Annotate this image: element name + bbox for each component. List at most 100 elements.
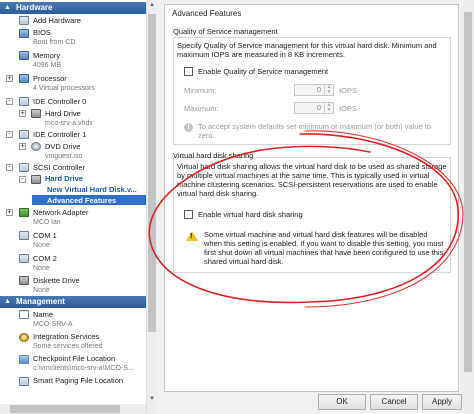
dvd-drive-sub: vmguest.iso xyxy=(45,153,83,160)
name-sub: MCO-SRV-A xyxy=(33,321,73,328)
qos-description: Specify Quality of Service management fo… xyxy=(177,41,437,59)
tree-item-new-virtual-hard-disk[interactable]: New Virtual Hard Disk.v... xyxy=(47,184,137,195)
tree-item-hard-drive[interactable]: Hard Drive xyxy=(45,108,81,119)
add-hardware-icon xyxy=(19,16,29,25)
sharing-legend: Virtual hard disk sharing xyxy=(173,151,254,160)
tree-horizontal-scrollbar[interactable] xyxy=(0,404,146,414)
hardware-header-label: Hardware xyxy=(16,3,53,12)
apply-button[interactable]: Apply xyxy=(422,394,462,410)
name-icon xyxy=(19,310,29,319)
tree-item-memory[interactable]: Memory xyxy=(33,50,60,61)
qos-legend: Quality of Service management xyxy=(173,27,278,36)
hardware-section-header[interactable]: ▲ Hardware xyxy=(0,2,146,14)
integration-services-sub: Some services offered xyxy=(33,343,103,350)
com-port-icon xyxy=(19,254,29,263)
tree-item-diskette-drive[interactable]: Diskette Drive xyxy=(33,275,80,286)
qos-group: Quality of Service management Specify Qu… xyxy=(173,27,451,145)
minimum-unit: IOPS xyxy=(339,86,357,95)
bios-sub: Boot from CD xyxy=(33,39,76,46)
tree-item-add-hardware[interactable]: Add Hardware xyxy=(33,15,81,26)
sharing-enable-checkbox[interactable] xyxy=(184,210,193,219)
memory-sub: 4096 MB xyxy=(33,62,62,69)
ide-controller-icon xyxy=(19,130,29,139)
qos-enable-checkbox[interactable] xyxy=(184,67,193,76)
expand-icon[interactable]: + xyxy=(19,110,26,117)
smart-paging-icon xyxy=(19,377,29,386)
scrollbar-thumb[interactable] xyxy=(464,12,472,372)
tree-item-checkpoint-file-location[interactable]: Checkpoint File Location xyxy=(33,353,115,364)
maximum-label: Maximum: xyxy=(184,104,219,113)
info-icon: i xyxy=(184,123,193,132)
tree-item-scsi-hard-drive[interactable]: Hard Drive xyxy=(45,173,83,184)
hard-drive-icon xyxy=(31,175,41,184)
scrollbar-thumb[interactable] xyxy=(148,14,156,332)
tree-item-smart-paging-file-location[interactable]: Smart Paging File Location xyxy=(33,375,123,386)
management-header-label: Management xyxy=(16,297,65,306)
processor-sub: 4 Virtual processors xyxy=(33,85,95,92)
management-section-header[interactable]: ▲ Management xyxy=(0,296,146,308)
hard-drive-icon xyxy=(31,109,41,118)
tree-item-advanced-features[interactable]: Advanced Features xyxy=(47,195,116,206)
checkpoint-icon xyxy=(19,355,29,364)
com1-sub: None xyxy=(33,242,50,249)
scrollbar-thumb[interactable] xyxy=(10,405,120,413)
tree-item-processor[interactable]: Processor xyxy=(33,73,67,84)
spinner-arrows-icon[interactable]: ▲ ▼ xyxy=(324,103,333,113)
collapse-icon[interactable]: - xyxy=(19,176,26,183)
collapse-chevron-icon: ▲ xyxy=(4,298,11,305)
spinner-arrows-icon[interactable]: ▲ ▼ xyxy=(324,85,333,95)
tree-item-scsi-controller[interactable]: SCSI Controller xyxy=(33,162,85,173)
tree-item-com1[interactable]: COM 1 xyxy=(33,230,57,241)
cancel-button[interactable]: Cancel xyxy=(370,394,418,410)
warning-icon: ! xyxy=(186,231,198,241)
panel-vertical-scrollbar[interactable] xyxy=(463,0,474,414)
qos-hint: To accept system defaults set minimum or… xyxy=(198,122,431,140)
bios-chip-icon xyxy=(19,29,29,38)
sharing-enable-label: Enable virtual hard disk sharing xyxy=(198,210,303,219)
tree-item-ide-controller-0[interactable]: IDE Controller 0 xyxy=(33,96,86,107)
collapse-icon[interactable]: - xyxy=(6,164,13,171)
settings-tree: ▲ Hardware Add Hardware BIOS Boot from C… xyxy=(0,0,157,414)
diskette-icon xyxy=(19,276,29,285)
processor-icon xyxy=(19,74,29,83)
scroll-up-arrow-icon[interactable]: ▲ xyxy=(147,0,157,10)
minimum-label: Minimum: xyxy=(184,86,217,95)
expand-icon[interactable]: + xyxy=(6,75,13,82)
tree-item-name[interactable]: Name xyxy=(33,309,53,320)
tree-item-ide-controller-1[interactable]: IDE Controller 1 xyxy=(33,129,86,140)
integration-services-icon xyxy=(19,333,29,342)
collapse-chevron-icon: ▲ xyxy=(4,4,11,11)
scroll-down-arrow-icon[interactable]: ▼ xyxy=(147,394,157,404)
minimum-iops-input[interactable]: 0 ▲ ▼ xyxy=(294,84,334,96)
ide-controller-icon xyxy=(19,97,29,106)
com-port-icon xyxy=(19,231,29,240)
hard-drive-sub: mco-srv-a.vhdx xyxy=(45,120,93,127)
tree-item-bios[interactable]: BIOS xyxy=(33,27,51,38)
memory-icon xyxy=(19,51,29,60)
panel-title: Advanced Features xyxy=(172,9,242,18)
collapse-icon[interactable]: - xyxy=(6,98,13,105)
qos-enable-label: Enable Quality of Service management xyxy=(198,67,329,76)
sharing-warning: Some virtual machine and virtual hard di… xyxy=(204,230,444,266)
diskette-sub: None xyxy=(33,287,50,294)
tree-item-integration-services[interactable]: Integration Services xyxy=(33,331,99,342)
dvd-drive-icon xyxy=(31,142,41,151)
network-adapter-icon xyxy=(19,208,29,217)
tree-item-dvd-drive[interactable]: DVD Drive xyxy=(45,141,80,152)
maximum-unit: IOPS xyxy=(339,104,357,113)
sharing-group: Virtual hard disk sharing Virtual hard d… xyxy=(173,151,451,273)
expand-icon[interactable]: + xyxy=(6,209,13,216)
ok-button[interactable]: OK xyxy=(318,394,366,410)
tree-vertical-scrollbar[interactable]: ▲ ▼ xyxy=(146,0,157,414)
maximum-value: 0 xyxy=(316,103,321,112)
scsi-controller-icon xyxy=(19,163,29,172)
maximum-iops-input[interactable]: 0 ▲ ▼ xyxy=(294,102,334,114)
tree-item-network-adapter[interactable]: Network Adapter xyxy=(33,207,88,218)
expand-icon[interactable]: + xyxy=(19,143,26,150)
network-adapter-sub: MCO lan xyxy=(33,219,61,226)
sharing-description: Virtual hard disk sharing allows the vir… xyxy=(177,162,447,198)
collapse-icon[interactable]: - xyxy=(6,131,13,138)
minimum-value: 0 xyxy=(316,85,321,94)
checkpoint-sub: c:\vmclients\mco-srv-a\MCO-S... xyxy=(33,365,134,372)
tree-item-com2[interactable]: COM 2 xyxy=(33,253,57,264)
